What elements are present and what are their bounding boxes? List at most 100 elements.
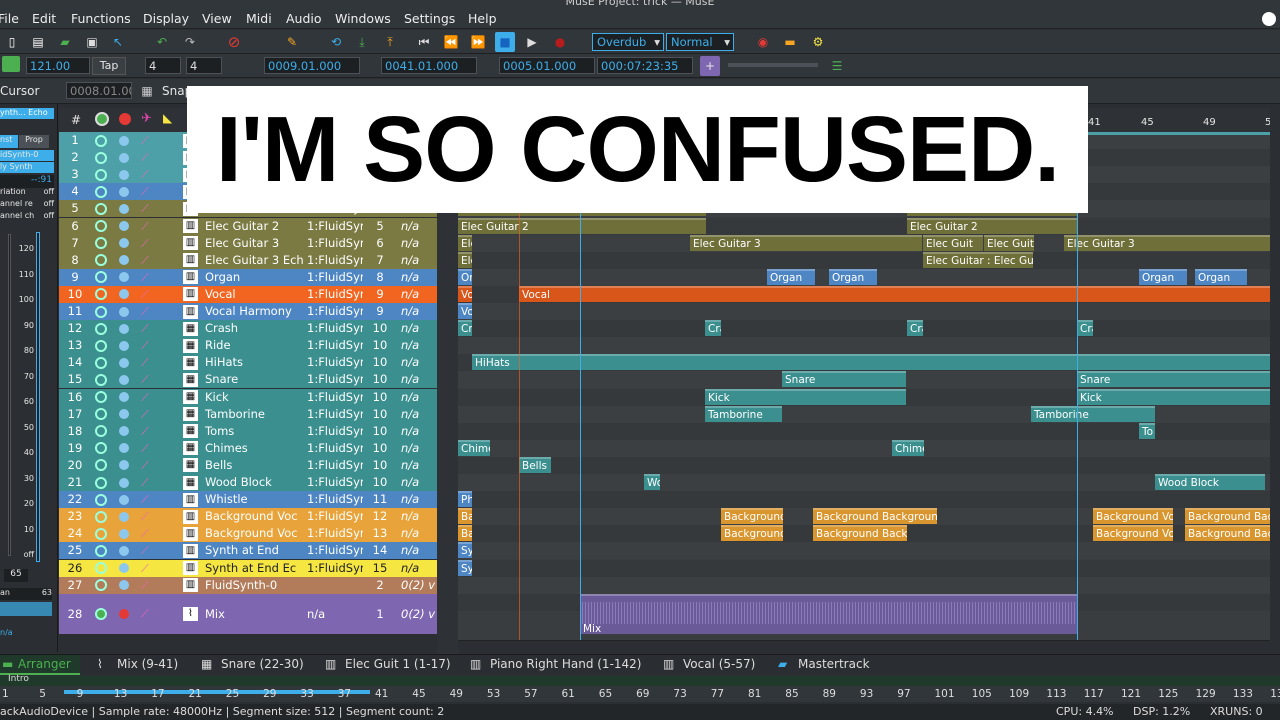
- panic-icon[interactable]: ⊘: [224, 32, 244, 52]
- grid-icon[interactable]: ▦: [137, 81, 157, 101]
- track-port[interactable]: 1:FluidSyr: [305, 218, 363, 235]
- arranger-part[interactable]: Snare: [1077, 371, 1270, 388]
- track-channel[interactable]: 10: [363, 320, 397, 337]
- track-name[interactable]: Kick: [203, 389, 305, 406]
- mute-toggle-icon[interactable]: [95, 459, 107, 472]
- track-port[interactable]: 1:FluidSyr: [305, 525, 363, 542]
- arranger-part[interactable]: Background: [721, 508, 783, 525]
- track-port[interactable]: 1:FluidSyr: [305, 542, 363, 559]
- save-icon[interactable]: ▣: [82, 32, 102, 52]
- track-name[interactable]: Synth at End Ec: [203, 560, 305, 577]
- track-row[interactable]: 9 ⟋ ▥ Organ 1:FluidSyr 8 n/a: [59, 268, 437, 286]
- tab-snare[interactable]: Snare (22-30): [221, 657, 304, 671]
- record-toggle-icon[interactable]: [119, 511, 129, 522]
- punch-in-icon[interactable]: ⤓: [352, 32, 372, 52]
- track-name[interactable]: Tamborine: [203, 406, 305, 423]
- rewind-icon[interactable]: ⏪: [441, 32, 461, 52]
- track-row[interactable]: 17 ⟋ ▦ Tamborine 1:FluidSyr 10 n/a: [59, 405, 437, 423]
- solo-toggle-icon[interactable]: ⟋: [141, 509, 157, 524]
- track-name[interactable]: Elec Guitar 3: [203, 235, 305, 252]
- header-record-icon[interactable]: [119, 113, 131, 125]
- mute-toggle-icon[interactable]: [95, 425, 107, 438]
- solo-toggle-icon[interactable]: ⟋: [141, 543, 157, 558]
- color-icon[interactable]: ☰: [827, 56, 847, 76]
- solo-toggle-icon[interactable]: ⟋: [141, 475, 157, 490]
- mute-toggle-icon[interactable]: [95, 544, 107, 557]
- record-toggle-icon[interactable]: [119, 152, 129, 163]
- track-port[interactable]: 1:FluidSyr: [305, 406, 363, 423]
- track-channel[interactable]: 14: [363, 542, 397, 559]
- mute-toggle-icon[interactable]: [95, 493, 107, 506]
- arranger-part[interactable]: Elec Guitar 3: [690, 234, 922, 251]
- track-row[interactable]: 16 ⟋ ▦ Kick 1:FluidSyr 10 n/a: [59, 388, 437, 406]
- track-port[interactable]: 1:FluidSyr: [305, 440, 363, 457]
- track-channel[interactable]: 10: [363, 423, 397, 440]
- signature-denominator[interactable]: 4: [186, 57, 222, 74]
- mute-toggle-icon[interactable]: [95, 527, 107, 540]
- record-toggle-icon[interactable]: [119, 443, 129, 454]
- track-channel[interactable]: 10: [363, 457, 397, 474]
- forward-icon[interactable]: ⏩: [468, 32, 488, 52]
- play-icon[interactable]: ▶: [522, 32, 542, 52]
- track-channel[interactable]: 9: [363, 303, 397, 320]
- track-name[interactable]: Synth at End: [203, 542, 305, 559]
- solo-toggle-icon[interactable]: ⟋: [141, 270, 157, 285]
- record-mode-select[interactable]: Overdub ▾: [592, 33, 664, 51]
- track-port[interactable]: 1:FluidSyr: [305, 269, 363, 286]
- track-channel[interactable]: 1: [363, 594, 397, 634]
- mute-toggle-icon[interactable]: [95, 339, 107, 352]
- solo-toggle-icon[interactable]: ⟋: [141, 150, 157, 165]
- track-row[interactable]: 18 ⟋ ▦ Toms 1:FluidSyr 10 n/a: [59, 422, 437, 440]
- solo-toggle-icon[interactable]: ⟋: [141, 526, 157, 541]
- arranger-part[interactable]: Syı: [458, 559, 472, 576]
- solo-toggle-icon[interactable]: ⟋: [141, 561, 157, 576]
- track-channel[interactable]: 10: [363, 440, 397, 457]
- solo-toggle-icon[interactable]: ⟋: [141, 441, 157, 456]
- solo-toggle-icon[interactable]: ⟋: [141, 338, 157, 353]
- solo-toggle-icon[interactable]: ⟋: [141, 606, 157, 621]
- track-row[interactable]: 21 ⟋ ▦ Wood Block 1:FluidSyr 10 n/a: [59, 474, 437, 491]
- mute-toggle-icon[interactable]: [95, 510, 107, 523]
- solo-toggle-icon[interactable]: ⟋: [141, 390, 157, 405]
- tab-arranger[interactable]: Arranger: [18, 657, 71, 671]
- mute-toggle-icon[interactable]: [95, 373, 107, 386]
- solo-toggle-icon[interactable]: ⟋: [141, 304, 157, 319]
- track-row[interactable]: 25 ⟋ ▥ Synth at End 1:FluidSyr 14 n/a: [59, 542, 437, 560]
- track-channel[interactable]: 10: [363, 354, 397, 371]
- solo-toggle-icon[interactable]: ⟋: [141, 578, 157, 593]
- strip-buttons[interactable]: [0, 602, 52, 616]
- tab-mix[interactable]: Mix (9-41): [117, 657, 178, 671]
- track-name[interactable]: Elec Guitar 3 Ech: [203, 252, 305, 269]
- arranger-part[interactable]: Kick: [1077, 388, 1270, 405]
- arranger-part[interactable]: Background Bac: [1185, 525, 1270, 542]
- rewind-start-icon[interactable]: ⏮: [414, 32, 434, 52]
- record-toggle-icon[interactable]: [119, 426, 129, 437]
- arranger-part[interactable]: Elec Guit: [923, 234, 983, 251]
- tab-properties[interactable]: Prop: [19, 135, 49, 148]
- record-toggle-icon[interactable]: [119, 186, 129, 197]
- play-mode-select[interactable]: Normal ▾: [666, 33, 734, 51]
- arranger-part[interactable]: Background Vo: [1093, 525, 1173, 542]
- track-channel[interactable]: 13: [363, 525, 397, 542]
- pan-control[interactable]: an 63: [0, 588, 52, 600]
- header-type-icon[interactable]: ◣: [163, 111, 172, 125]
- track-row[interactable]: 13 ⟋ ▦ Ride 1:FluidSyr 10 n/a: [59, 337, 437, 355]
- arranger-part[interactable]: Background Backg: [813, 525, 907, 542]
- mute-toggle-icon[interactable]: [95, 151, 107, 164]
- arranger-part[interactable]: Wo: [644, 474, 660, 490]
- track-channel[interactable]: 9: [363, 286, 397, 303]
- menu-display[interactable]: Display: [143, 11, 189, 26]
- track-port[interactable]: 1:FluidSyr: [305, 423, 363, 440]
- arranger-part[interactable]: Background Background: [813, 508, 937, 525]
- arranger-vscroll[interactable]: [1270, 108, 1280, 640]
- steprec-icon[interactable]: ▬: [780, 32, 800, 52]
- menu-midi[interactable]: Midi: [246, 11, 272, 26]
- mute-toggle-icon[interactable]: [95, 562, 107, 574]
- arranger-part[interactable]: Organ: [829, 268, 877, 285]
- arranger-part[interactable]: Chime: [892, 439, 924, 456]
- track-channel[interactable]: 10: [363, 371, 397, 388]
- mute-toggle-icon[interactable]: [95, 288, 107, 301]
- record-toggle-icon[interactable]: [119, 477, 129, 488]
- mute-toggle-icon[interactable]: [95, 408, 107, 421]
- track-channel[interactable]: 12: [363, 508, 397, 525]
